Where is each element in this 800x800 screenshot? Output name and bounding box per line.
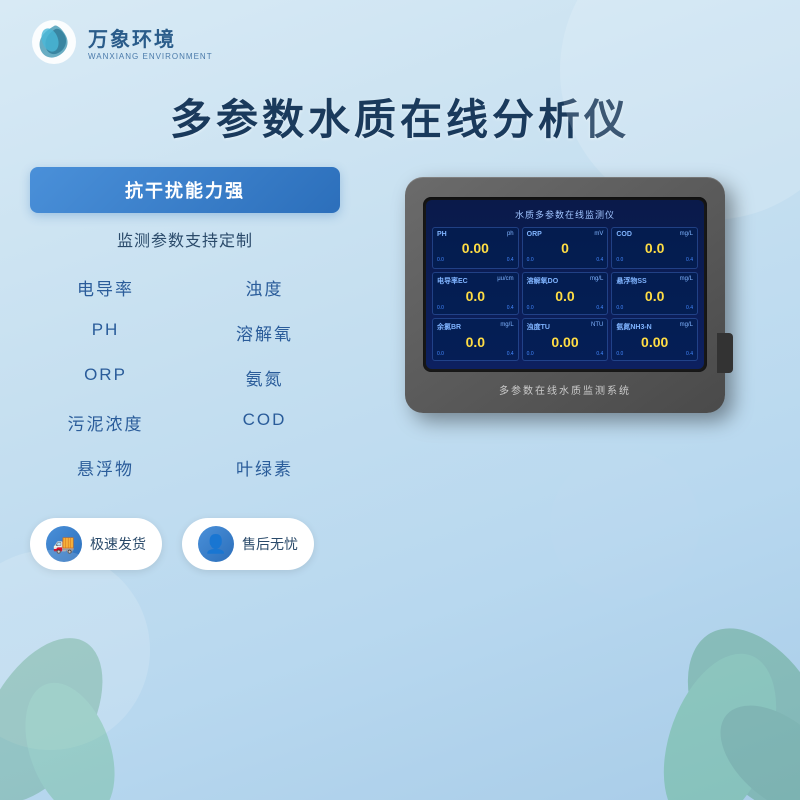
param-item: 氨氮 [189,359,340,396]
param-cell-br: 余氯BR mg/L 0.0 0.00.4 [432,318,519,361]
highlight-badge: 抗干扰能力强 [30,167,340,213]
device-label: 多参数在线水质监测系统 [423,382,707,397]
screen-title: 水质多参数在线监测仪 [432,208,698,221]
device-body: 水质多参数在线监测仪 PH ph 0.00 0.00.4 [405,177,725,413]
logo-cn: 万象环境 [88,23,213,52]
param-cell-cod: COD mg/L 0.0 0.00.4 [611,227,698,269]
param-item: 溶解氧 [189,314,340,351]
param-cell-orp: ORP mV 0 0.00.4 [522,227,609,269]
logo-text: 万象环境 WANXIANG ENVIRONMENT [88,23,213,61]
device-cable [717,333,733,373]
screen-bezel: 水质多参数在线监测仪 PH ph 0.00 0.00.4 [423,197,707,372]
param-cell-ec: 电导率EC μu/cm 0.0 0.00.4 [432,272,519,315]
params-grid: 电导率 浊度 PH 溶解氧 ORP 氨氮 污泥浓度 COD 悬浮物 叶绿素 [30,269,340,486]
param-item: 电导率 [30,269,181,306]
param-grid-screen: PH ph 0.00 0.00.4 ORP mV 0 [432,227,698,361]
logo-icon [30,18,78,66]
subtitle-text: 监测参数支持定制 [30,225,340,253]
right-panel: 水质多参数在线监测仪 PH ph 0.00 0.00.4 [360,167,770,413]
delivery-label: 极速发货 [90,534,146,554]
param-item: 浊度 [189,269,340,306]
param-cell-nh3: 氨氮NH3-N mg/L 0.00 0.00.4 [611,318,698,361]
param-item: ORP [30,359,181,396]
param-cell-ss: 悬浮物SS mg/L 0.0 0.00.4 [611,272,698,315]
device-screen: 水质多参数在线监测仪 PH ph 0.00 0.00.4 [426,200,704,369]
param-cell-tu: 浊度TU NTU 0.00 0.00.4 [522,318,609,361]
param-item: 叶绿素 [189,449,340,486]
service-badge: 👤 售后无忧 [182,518,314,570]
param-item: COD [189,404,340,441]
param-item: 悬浮物 [30,449,181,486]
logo-area: 万象环境 WANXIANG ENVIRONMENT [30,18,213,66]
service-label: 售后无忧 [242,534,298,554]
param-cell-do: 溶解氧DO mg/L 0.0 0.00.4 [522,272,609,315]
logo-en: WANXIANG ENVIRONMENT [88,52,213,61]
param-item: 污泥浓度 [30,404,181,441]
left-panel: 抗干扰能力强 监测参数支持定制 电导率 浊度 PH 溶解氧 ORP 氨氮 污泥浓… [30,167,340,580]
param-cell-ph: PH ph 0.00 0.00.4 [432,227,519,269]
service-icon: 👤 [198,526,234,562]
param-item: PH [30,314,181,351]
